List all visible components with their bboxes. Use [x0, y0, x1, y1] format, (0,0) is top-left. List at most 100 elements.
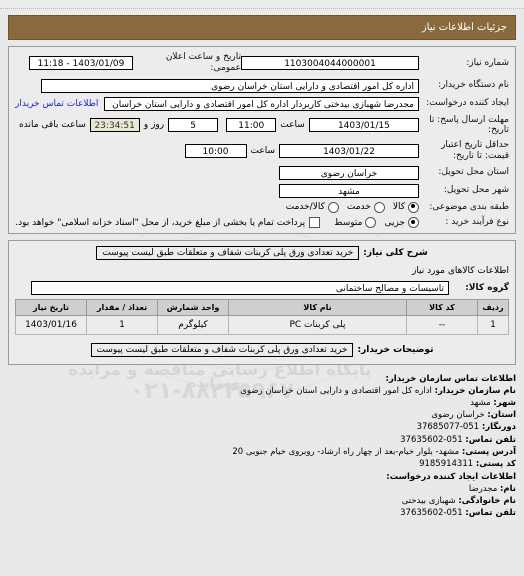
- col-index: ردیف: [477, 299, 509, 317]
- row-delivery-city: شهر محل تحویل: مشهد: [15, 183, 509, 198]
- buyer-org-label: نام دستگاه خریدار:: [438, 79, 509, 90]
- org-contact-city-value: مشهد: [470, 398, 491, 409]
- goods-section-title: اطلاعات کالاهای مورد نیاز: [411, 266, 509, 277]
- requester-field[interactable]: مجدرضا شهبازی بیدختی کاربردار اداره کل ا…: [104, 96, 419, 111]
- purchase-type-option-1[interactable]: متوسط: [326, 217, 377, 229]
- requester-contact-heading: اطلاعات ایجاد کننده درخواست:: [386, 471, 516, 482]
- org-contact-phone: تلفن تماس: 37635602-051: [8, 434, 516, 446]
- category-option-2[interactable]: کالا/خدمت: [278, 201, 339, 213]
- org-contact-fax-key: دورنگار:: [481, 422, 516, 433]
- row-summary: شرح کلی نیاز: خرید تعدادی ورق پلی کربنات…: [15, 246, 509, 261]
- need-info-panel: شماره نیاز: 1103004044000001 تاریخ و ساع…: [8, 46, 516, 235]
- table-row[interactable]: 1 -- پلی کربنات PC کیلوگرم 1 1403/01/16: [15, 315, 509, 336]
- days-remaining-field[interactable]: 5: [168, 118, 219, 133]
- summary-label: شرح کلی نیاز:: [363, 248, 428, 259]
- category-radio-goods-label: کالا: [392, 202, 405, 213]
- category-radio-service-label: خدمت: [346, 202, 371, 213]
- response-deadline-date-field[interactable]: 1403/01/15: [308, 118, 419, 133]
- category-radio-goods-service-label: کالا/خدمت: [285, 202, 325, 213]
- goods-group-label: گروه کالا:: [465, 282, 509, 293]
- price-validity-time-label: ساعت: [250, 145, 276, 156]
- org-contact-name-key: نام سازمان خریدار:: [434, 386, 516, 397]
- category-radio-goods-service[interactable]: [327, 201, 339, 213]
- countdown-field: 23:34:51: [89, 118, 140, 133]
- row-need-number: شماره نیاز: 1103004044000001 تاریخ و ساع…: [15, 52, 509, 75]
- contact-info-block: اطلاعات تماس سازمان خریدار: نام سازمان خ…: [8, 373, 516, 519]
- treasury-bond-label: پرداخت تمام یا بخشی از مبلغ خرید، از محل…: [15, 217, 306, 228]
- goods-table: ردیف کد کالا نام کالا واحد شمارش تعداد /…: [15, 299, 509, 336]
- row-goods-group: گروه کالا: تاسیسات و مصالح ساختمانی: [15, 281, 509, 296]
- goods-table-header-row: ردیف کد کالا نام کالا واحد شمارش تعداد /…: [15, 299, 509, 317]
- buyer-notes-value: خرید تعدادی ورق پلی کربنات شفاف و متعلقا…: [90, 343, 354, 358]
- org-contact-name-value: اداره کل امور اقتصادی و دارایی استان خرا…: [240, 386, 432, 397]
- requester-last-name-key: نام خانوادگی:: [458, 495, 516, 506]
- row-price-validity: حداقل تاریخ اعتبار قیمت: تا تاریخ: 1403/…: [15, 140, 509, 162]
- requester-phone-key: تلفن تماس:: [465, 507, 516, 518]
- goods-group-field[interactable]: تاسیسات و مصالح ساختمانی: [31, 281, 449, 296]
- col-need-date: تاریخ نیاز: [15, 299, 87, 317]
- requester-first-name: نام: مجدرضا: [8, 483, 516, 495]
- col-code: کد کالا: [406, 299, 478, 317]
- category-option-1[interactable]: خدمت: [339, 201, 385, 213]
- price-validity-date-field[interactable]: 1403/01/22: [279, 143, 419, 158]
- requester-phone: تلفن تماس: 37635602-051: [8, 507, 516, 519]
- purchase-type-radio-minor-label: جزیی: [384, 217, 405, 228]
- buyer-contact-link[interactable]: اطلاعات تماس خریدار: [15, 99, 98, 109]
- price-validity-time-field[interactable]: 10:00: [184, 143, 247, 158]
- top-divider-strip: [0, 0, 524, 9]
- org-contact-city-key: شهر:: [493, 398, 516, 409]
- delivery-province-field[interactable]: خراسان رضوی: [279, 165, 419, 180]
- org-contact-phone-value: 37635602-051: [400, 434, 463, 445]
- col-quantity: تعداد / مقدار: [86, 299, 158, 317]
- cell-index: 1: [477, 315, 509, 336]
- cell-need-date: 1403/01/16: [15, 315, 87, 336]
- need-details-panel: شرح کلی نیاز: خرید تعدادی ورق پلی کربنات…: [8, 240, 516, 366]
- days-unit-label: روز و: [143, 120, 165, 131]
- category-radio-goods[interactable]: [408, 201, 419, 213]
- row-requester: ایجاد کننده درخواست: مجدرضا شهبازی بیدخت…: [15, 96, 509, 111]
- cell-unit: کیلوگرم: [157, 315, 229, 336]
- row-delivery-province: استان محل تحویل: خراسان رضوی: [15, 165, 509, 180]
- purchase-type-radio-minor[interactable]: [408, 217, 419, 229]
- org-contact-fax: دورنگار: 37685077-051: [8, 421, 516, 433]
- delivery-city-field[interactable]: مشهد: [279, 183, 419, 198]
- cell-quantity: 1: [86, 315, 158, 336]
- delivery-province-label: استان محل تحویل:: [438, 167, 509, 178]
- response-deadline-time-label: ساعت: [280, 120, 305, 131]
- requester-label: ایجاد کننده درخواست:: [426, 97, 509, 108]
- purchase-type-option-0[interactable]: جزیی: [376, 217, 419, 229]
- row-category: طبقه بندی موضوعی: کالا خدمت کالا/خدمت: [15, 202, 509, 213]
- response-deadline-time-field[interactable]: 11:00: [226, 118, 277, 133]
- public-announce-field[interactable]: 1403/01/09 - 11:18: [29, 56, 133, 71]
- purchase-type-radio-medium[interactable]: [365, 217, 377, 229]
- delivery-city-label: شهر محل تحویل:: [443, 185, 509, 196]
- org-contact-address: آدرس پستی: مشهد- بلوار خیام-بعد از چهار …: [8, 446, 516, 458]
- buyer-notes-label: توضیحات خریدار:: [357, 345, 434, 356]
- countdown-suffix-label: ساعت باقی مانده: [19, 120, 86, 131]
- requester-last-name-value: شهبازی بیدختی: [401, 495, 456, 506]
- org-contact-address-value: مشهد- بلوار خیام-بعد از چهار راه ارشاد- …: [232, 446, 460, 457]
- category-label: طبقه بندی موضوعی:: [429, 201, 509, 212]
- category-option-0[interactable]: کالا: [385, 201, 419, 213]
- org-contact-fax-value: 37685077-051: [416, 422, 480, 433]
- treasury-bond-checkbox[interactable]: [309, 217, 321, 229]
- org-contact-name: نام سازمان خریدار: اداره کل امور اقتصادی…: [8, 385, 516, 397]
- page-title: جزئیات اطلاعات نیاز: [8, 15, 516, 40]
- org-contact-postal: کد پستی: 9185914311: [8, 458, 516, 470]
- org-contact-phone-key: تلفن تماس:: [465, 434, 516, 445]
- requester-last-name: نام خانوادگی: شهبازی بیدختی: [8, 495, 516, 507]
- row-buyer-org: نام دستگاه خریدار: اداره کل امور اقتصادی…: [15, 78, 509, 93]
- col-unit: واحد شمارش: [157, 299, 229, 317]
- need-number-field[interactable]: 1103004044000001: [241, 56, 419, 71]
- org-contact-postal-value: 9185914311: [419, 458, 474, 469]
- row-purchase-type: نوع فرآیند خرید : جزیی متوسط پرداخت تمام…: [15, 216, 509, 229]
- org-contact-province-key: استان:: [487, 410, 516, 421]
- cell-code: --: [406, 315, 478, 336]
- public-announce-label: تاریخ و ساعت اعلان عمومی:: [165, 52, 241, 74]
- purchase-type-label: نوع فرآیند خرید :: [445, 216, 509, 227]
- row-response-deadline: مهلت ارسال پاسخ: تا تاریخ: 1403/01/15 سا…: [15, 115, 509, 137]
- requester-phone-value: 37635602-051: [400, 507, 463, 518]
- row-buyer-notes: توضیحات خریدار: خرید تعدادی ورق پلی کربن…: [15, 343, 509, 358]
- buyer-org-field[interactable]: اداره کل امور اقتصادی و دارایی استان خرا…: [41, 78, 419, 93]
- category-radio-service[interactable]: [373, 201, 385, 213]
